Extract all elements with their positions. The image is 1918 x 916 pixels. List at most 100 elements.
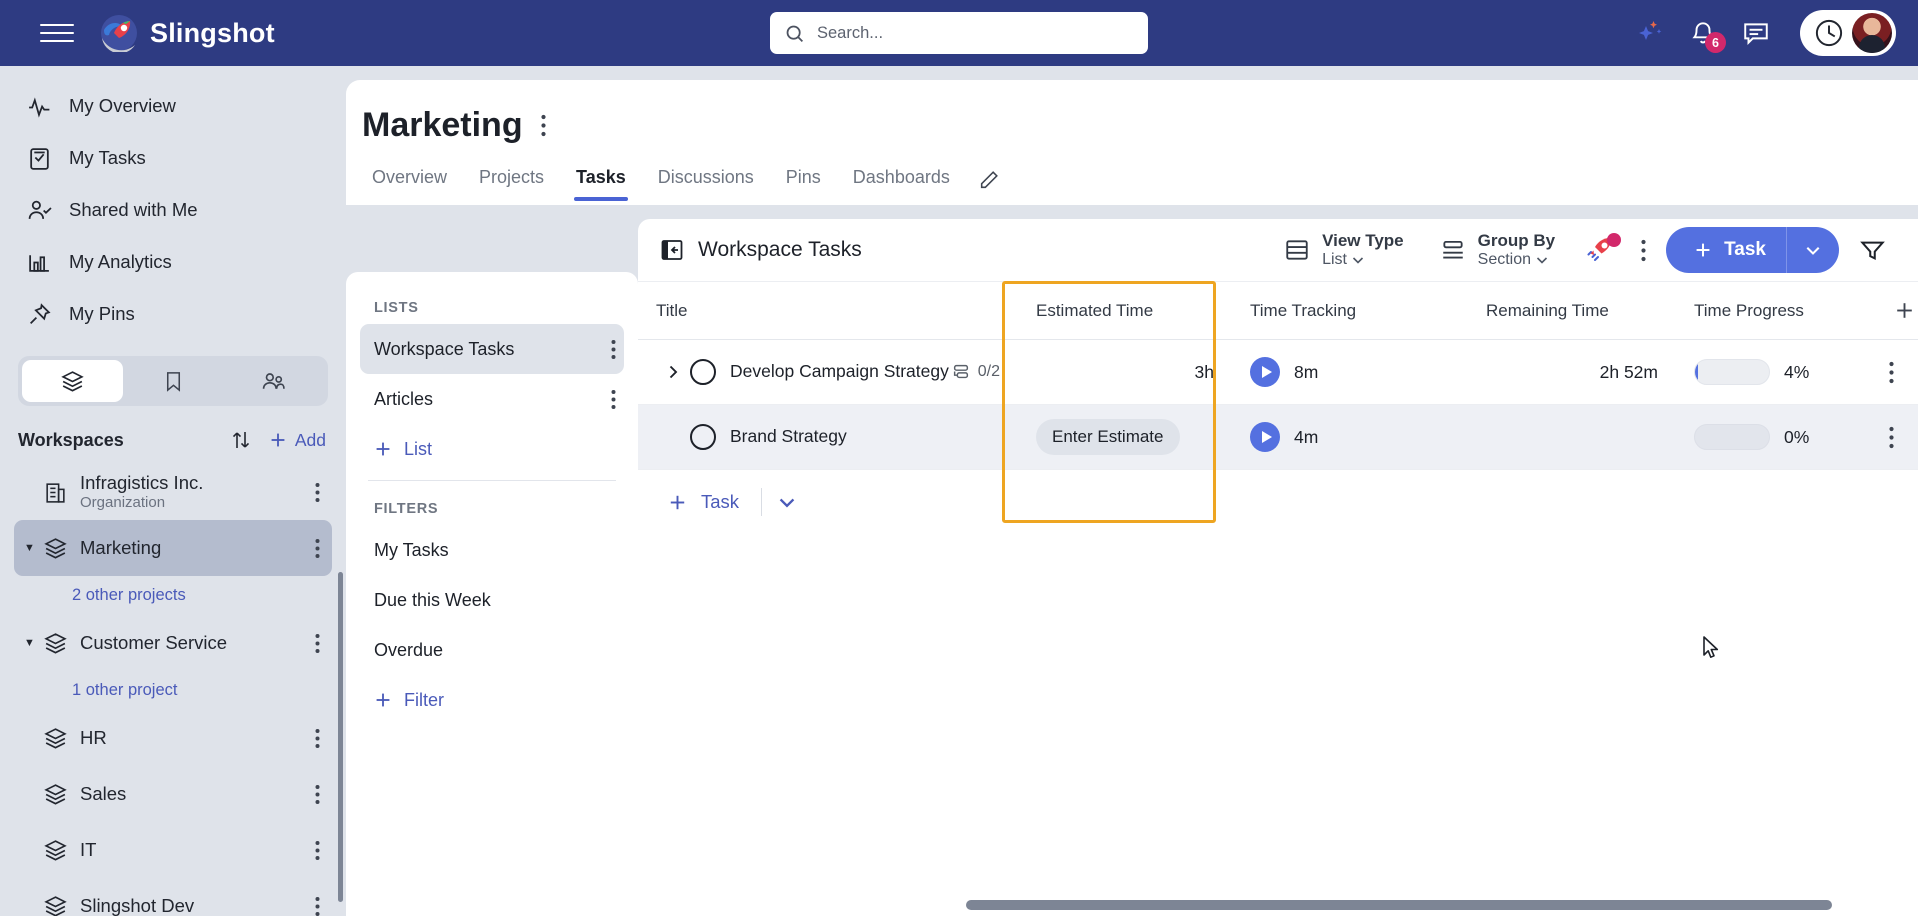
sidebar-item-my-overview[interactable]: My Overview (0, 80, 346, 132)
task-status-circle[interactable] (690, 424, 716, 450)
workspace-row-hr[interactable]: HR (14, 710, 332, 766)
workspace-row-organization[interactable]: Infragistics Inc. Organization (14, 464, 332, 520)
chevron-down-icon[interactable]: ▼ (24, 637, 38, 649)
rocket-button[interactable] (1573, 233, 1627, 265)
hamburger-menu-icon[interactable] (40, 20, 74, 46)
tab-projects[interactable]: Projects (463, 159, 560, 201)
search-icon (784, 23, 805, 44)
workspace-subtitle: Organization (80, 493, 166, 511)
sidebar-tab-workspaces[interactable] (22, 360, 123, 402)
add-list-button[interactable]: List (346, 424, 638, 474)
footer-add-task-label: Task (701, 491, 740, 512)
task-status-circle[interactable] (690, 359, 716, 385)
other-projects-link[interactable]: 1 other project (0, 671, 346, 710)
notifications-button[interactable]: 6 (1690, 19, 1726, 53)
progress-bar (1694, 359, 1770, 385)
column-header-title[interactable]: Title (638, 282, 1018, 339)
filter-icon[interactable] (1839, 237, 1902, 264)
column-header-estimated-time[interactable]: Estimated Time (1018, 282, 1232, 339)
add-task-dropdown-icon[interactable] (1787, 242, 1839, 258)
row-kebab-icon[interactable] (1889, 361, 1900, 384)
search-bar[interactable] (770, 12, 1148, 54)
add-filter-button[interactable]: Filter (346, 675, 638, 725)
chat-icon[interactable] (1742, 20, 1770, 46)
chevron-down-icon[interactable]: ▼ (24, 542, 38, 554)
top-bar-actions: 6 (1634, 10, 1896, 56)
row-kebab-icon[interactable] (1889, 426, 1900, 449)
sidebar-tab-people[interactable] (223, 360, 324, 402)
sort-icon[interactable] (229, 428, 253, 452)
ai-sparkle-icon[interactable] (1634, 19, 1664, 47)
progress-bar (1694, 424, 1770, 450)
notification-badge: 6 (1705, 32, 1726, 53)
workspace-row-it[interactable]: IT (14, 822, 332, 878)
add-task-button[interactable]: Task (1666, 227, 1839, 273)
play-button[interactable] (1250, 422, 1280, 452)
sidebar-item-my-pins[interactable]: My Pins (0, 288, 346, 340)
column-header-time-progress[interactable]: Time Progress (1676, 282, 1864, 339)
horizontal-scrollbar-thumb[interactable] (966, 900, 1832, 910)
workspace-row-marketing[interactable]: ▼ Marketing (14, 520, 332, 576)
list-item-kebab-icon[interactable] (611, 389, 616, 410)
enter-estimate-button[interactable]: Enter Estimate (1036, 419, 1180, 455)
workspace-kebab-icon[interactable] (315, 633, 320, 654)
filter-item-my-tasks[interactable]: My Tasks (360, 525, 624, 575)
edit-tabs-icon[interactable] (978, 169, 1000, 201)
search-input[interactable] (817, 23, 1134, 43)
workspace-row-sales[interactable]: Sales (14, 766, 332, 822)
workspace-kebab-icon[interactable] (315, 728, 320, 749)
table-row[interactable]: Develop Campaign Strategy 0/2 3h 8m 2h 5… (638, 340, 1918, 405)
list-item-kebab-icon[interactable] (611, 339, 616, 360)
list-item-label: Articles (374, 388, 434, 409)
add-filter-label: Filter (404, 689, 444, 710)
column-header-remaining-time[interactable]: Remaining Time (1468, 282, 1676, 339)
tab-pins[interactable]: Pins (770, 159, 837, 201)
play-button[interactable] (1250, 357, 1280, 387)
list-item-articles[interactable]: Articles (360, 374, 624, 424)
user-check-icon (27, 198, 52, 223)
workspace-kebab-icon[interactable] (315, 784, 320, 805)
group-by-control[interactable]: Group By Section (1422, 231, 1573, 269)
view-type-control[interactable]: View Type List (1266, 231, 1422, 269)
user-pill[interactable] (1800, 10, 1896, 56)
expand-row-icon[interactable] (656, 365, 690, 379)
sidebar-tab-bookmarks[interactable] (123, 360, 224, 402)
clock-icon[interactable] (1814, 18, 1844, 48)
cell-estimated-time[interactable]: 3h (1018, 340, 1232, 404)
sidebar-item-my-tasks[interactable]: My Tasks (0, 132, 346, 184)
other-projects-link[interactable]: 2 other projects (0, 576, 346, 615)
filters-caption: FILTERS (374, 501, 439, 517)
bookmark-icon (162, 370, 185, 393)
sidebar-item-shared-with-me[interactable]: Shared with Me (0, 184, 346, 236)
workspace-kebab-icon[interactable] (315, 538, 320, 559)
column-header-time-tracking[interactable]: Time Tracking (1232, 282, 1468, 339)
filter-item-due-this-week[interactable]: Due this Week (360, 575, 624, 625)
tasks-kebab-icon[interactable] (1627, 239, 1660, 262)
add-workspace-button[interactable]: Add (267, 429, 326, 451)
sidebar-scrollbar[interactable] (338, 572, 343, 902)
table-row[interactable]: Brand Strategy Enter Estimate 4m 0% (638, 405, 1918, 470)
view-type-value-wrap: List (1322, 250, 1404, 269)
workspace-row-slingshot-dev[interactable]: Slingshot Dev (14, 878, 332, 916)
tab-overview[interactable]: Overview (356, 159, 463, 201)
cell-estimated-time[interactable]: Enter Estimate (1018, 405, 1232, 469)
workspace-row-customer-service[interactable]: ▼ Customer Service (14, 615, 332, 671)
avatar[interactable] (1852, 13, 1892, 53)
page-kebab-icon[interactable] (540, 114, 546, 137)
sidebar-item-my-analytics[interactable]: My Analytics (0, 236, 346, 288)
subtask-count-label: 0/2 (977, 363, 1000, 380)
workspace-kebab-icon[interactable] (315, 482, 320, 503)
footer-add-task-dropdown-icon[interactable] (778, 493, 796, 511)
tab-discussions[interactable]: Discussions (642, 159, 770, 201)
collapse-panel-icon[interactable] (660, 238, 684, 262)
footer-add-task-button[interactable]: Task (666, 491, 755, 514)
filter-item-overdue[interactable]: Overdue (360, 625, 624, 675)
brand[interactable]: Slingshot (100, 14, 275, 52)
workspace-kebab-icon[interactable] (315, 840, 320, 861)
tab-tasks[interactable]: Tasks (560, 159, 642, 201)
list-item-workspace-tasks[interactable]: Workspace Tasks (360, 324, 624, 374)
workspace-kebab-icon[interactable] (315, 896, 320, 916)
add-column-button[interactable] (1864, 282, 1918, 339)
horizontal-scrollbar[interactable] (638, 900, 1918, 910)
tab-dashboards[interactable]: Dashboards (837, 159, 966, 201)
